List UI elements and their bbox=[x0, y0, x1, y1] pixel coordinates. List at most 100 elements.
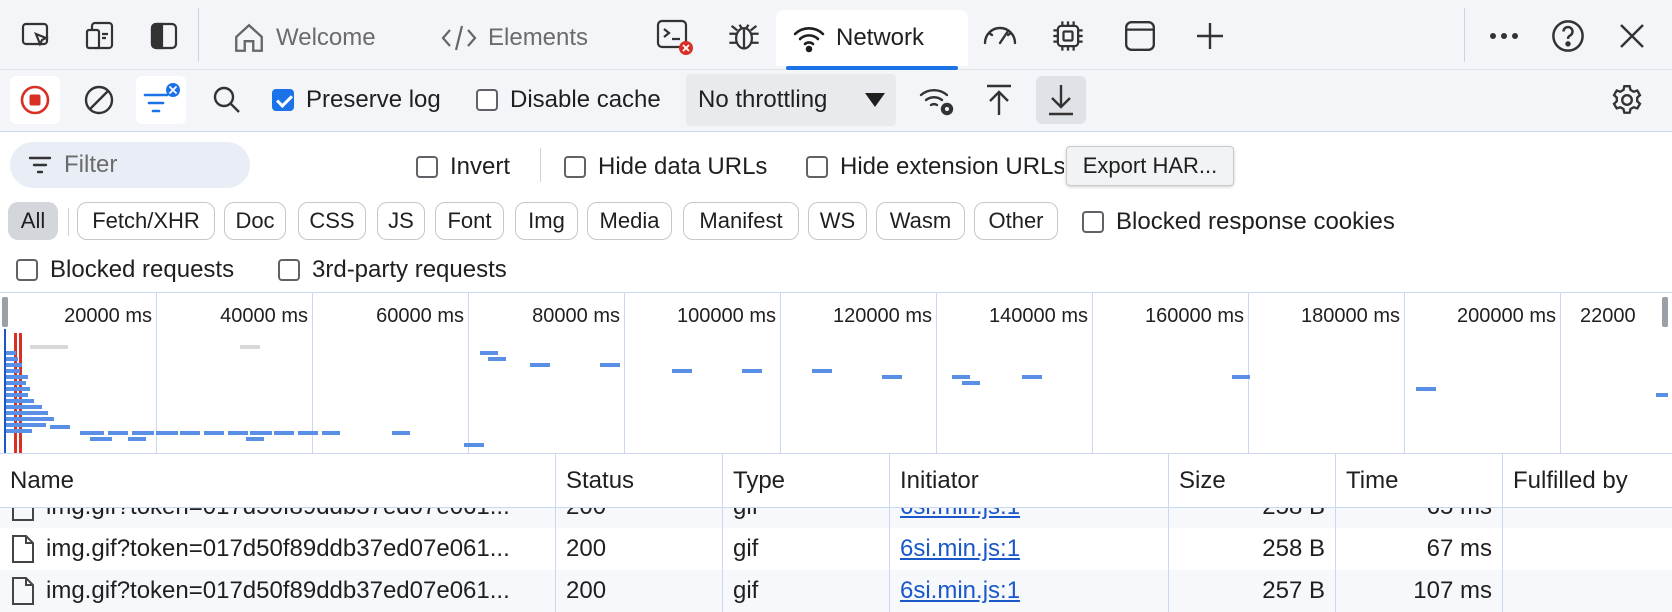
table-row[interactable]: img.gif?token=017d50f89ddb37ed07e061... … bbox=[0, 508, 1672, 528]
waterfall-bar bbox=[6, 381, 26, 385]
chip-media[interactable]: Media bbox=[587, 202, 672, 240]
chip-css[interactable]: CSS bbox=[298, 202, 366, 240]
tab-elements[interactable]: Elements bbox=[440, 10, 588, 66]
memory-icon[interactable] bbox=[1046, 14, 1090, 58]
filter-toggle-button[interactable] bbox=[136, 76, 186, 124]
cell-initiator: 6si.min.js:1 bbox=[890, 528, 1169, 570]
cell-name: img.gif?token=017d50f89ddb37ed07e061... bbox=[0, 528, 556, 570]
chip-fetch-xhr[interactable]: Fetch/XHR bbox=[77, 202, 215, 240]
chip-js[interactable]: JS bbox=[377, 202, 425, 240]
col-status[interactable]: Status bbox=[556, 454, 723, 508]
initiator-link[interactable]: 6si.min.js:1 bbox=[900, 535, 1020, 563]
waterfall-bar bbox=[392, 431, 410, 435]
col-time[interactable]: Time bbox=[1336, 454, 1503, 508]
waterfall-bar bbox=[6, 369, 20, 373]
record-button[interactable] bbox=[10, 76, 60, 124]
tick-label: 20000 ms bbox=[64, 305, 152, 327]
hide-extension-urls-checkbox[interactable]: Hide extension URLs bbox=[806, 153, 1064, 181]
hide-data-urls-checkbox[interactable]: Hide data URLs bbox=[564, 153, 767, 181]
console-icon[interactable] bbox=[652, 14, 696, 58]
cell-size: 258 B bbox=[1169, 508, 1336, 528]
overview-left-handle[interactable] bbox=[2, 297, 8, 327]
waterfall-bar bbox=[298, 431, 318, 435]
waterfall-bar bbox=[6, 423, 46, 427]
invert-checkbox[interactable]: Invert bbox=[416, 153, 510, 181]
third-party-requests-checkbox[interactable]: 3rd-party requests bbox=[278, 256, 507, 284]
tick-label: 140000 ms bbox=[989, 305, 1088, 327]
application-icon[interactable] bbox=[1118, 14, 1162, 58]
add-tool-icon[interactable] bbox=[1188, 14, 1232, 58]
chip-img[interactable]: Img bbox=[515, 202, 578, 240]
chip-ws[interactable]: WS bbox=[808, 202, 867, 240]
filter-input[interactable]: Filter bbox=[10, 142, 250, 188]
tab-welcome[interactable]: Welcome bbox=[232, 10, 376, 66]
waterfall-bar bbox=[6, 411, 48, 415]
dock-side-icon[interactable] bbox=[142, 14, 186, 58]
waterfall-bar bbox=[6, 363, 22, 367]
checkbox-unchecked[interactable] bbox=[1082, 211, 1104, 233]
network-conditions-button[interactable] bbox=[912, 76, 962, 124]
filter-bar: Filter Invert Hide data URLs Hide extens… bbox=[0, 132, 1672, 292]
waterfall-bar bbox=[30, 345, 68, 349]
blocked-requests-checkbox[interactable]: Blocked requests bbox=[16, 256, 234, 284]
checkbox-unchecked[interactable] bbox=[564, 156, 586, 178]
waterfall-bar bbox=[1416, 387, 1436, 391]
bug-icon[interactable] bbox=[722, 14, 766, 58]
blocked-response-cookies-checkbox[interactable]: Blocked response cookies bbox=[1082, 208, 1395, 236]
checkbox-checked[interactable] bbox=[272, 89, 294, 111]
divider bbox=[68, 208, 69, 236]
col-fulfilled-by[interactable]: Fulfilled by bbox=[1503, 454, 1672, 508]
table-row[interactable]: img.gif?token=017d50f89ddb37ed07e061... … bbox=[0, 570, 1672, 612]
waterfall-bar bbox=[1232, 375, 1250, 379]
throttling-value: No throttling bbox=[698, 86, 828, 113]
chip-font[interactable]: Font bbox=[435, 202, 504, 240]
col-size[interactable]: Size bbox=[1169, 454, 1336, 508]
chip-doc[interactable]: Doc bbox=[224, 202, 286, 240]
col-initiator[interactable]: Initiator bbox=[890, 454, 1169, 508]
waterfall-bar bbox=[6, 399, 34, 403]
wifi-settings-icon bbox=[919, 89, 954, 116]
help-icon[interactable] bbox=[1546, 14, 1590, 58]
overview-right-handle[interactable] bbox=[1662, 297, 1668, 327]
throttling-select[interactable]: No throttling bbox=[686, 74, 896, 126]
initiator-link[interactable]: 6si.min.js:1 bbox=[900, 577, 1020, 605]
close-icon[interactable] bbox=[1610, 14, 1654, 58]
tab-network[interactable]: Network bbox=[776, 10, 968, 70]
table-row[interactable]: img.gif?token=017d50f89ddb37ed07e061... … bbox=[0, 528, 1672, 570]
search-button[interactable] bbox=[202, 76, 252, 124]
requests-table-header: Name Status Type Initiator Size Time Ful… bbox=[0, 454, 1672, 508]
more-options-icon[interactable] bbox=[1482, 14, 1526, 58]
checkbox-unchecked[interactable] bbox=[16, 259, 38, 281]
filter-icon bbox=[143, 83, 180, 113]
chip-manifest[interactable]: Manifest bbox=[683, 202, 799, 240]
caret-down-icon bbox=[865, 93, 885, 107]
col-type[interactable]: Type bbox=[723, 454, 890, 508]
performance-icon[interactable] bbox=[978, 14, 1022, 58]
cell-type: gif bbox=[723, 508, 890, 528]
device-emulation-icon[interactable] bbox=[78, 14, 122, 58]
clear-button[interactable] bbox=[74, 76, 124, 124]
inspect-element-icon[interactable] bbox=[14, 14, 58, 58]
chip-all[interactable]: All bbox=[8, 202, 58, 240]
chip-wasm[interactable]: Wasm bbox=[876, 202, 965, 240]
requests-table-body: img.gif?token=017d50f89ddb37ed07e061... … bbox=[0, 508, 1672, 612]
col-name[interactable]: Name bbox=[0, 454, 556, 508]
grid-line bbox=[780, 293, 781, 455]
disable-cache-checkbox[interactable]: Disable cache bbox=[476, 86, 661, 114]
import-har-button[interactable] bbox=[974, 76, 1024, 124]
preserve-log-checkbox[interactable]: Preserve log bbox=[272, 86, 441, 114]
network-overview-timeline[interactable]: 20000 ms 40000 ms 60000 ms 80000 ms 1000… bbox=[0, 292, 1672, 455]
checkbox-unchecked[interactable] bbox=[476, 89, 498, 111]
export-har-button[interactable] bbox=[1036, 76, 1086, 124]
initiator-link[interactable]: 6si.min.js:1 bbox=[900, 508, 1020, 521]
checkbox-unchecked[interactable] bbox=[806, 156, 828, 178]
disable-cache-label: Disable cache bbox=[510, 86, 661, 113]
cell-status: 200 bbox=[556, 570, 723, 612]
checkbox-unchecked[interactable] bbox=[416, 156, 438, 178]
gear-icon bbox=[1612, 85, 1642, 114]
checkbox-unchecked[interactable] bbox=[278, 259, 300, 281]
tab-elements-label: Elements bbox=[488, 24, 589, 51]
network-settings-button[interactable] bbox=[1602, 76, 1652, 124]
tick-label: 80000 ms bbox=[532, 305, 620, 327]
chip-other[interactable]: Other bbox=[974, 202, 1058, 240]
